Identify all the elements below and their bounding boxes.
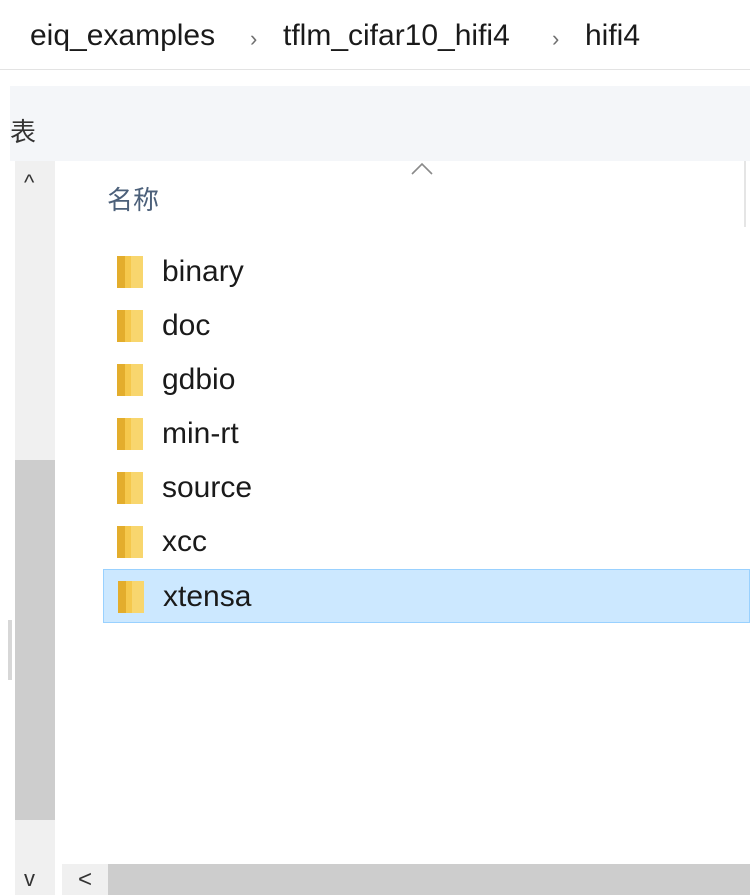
nav-gutter bbox=[0, 86, 10, 895]
folder-icon bbox=[117, 418, 143, 450]
breadcrumb-item-hifi4[interactable]: hifi4 bbox=[585, 19, 640, 53]
folder-icon bbox=[117, 472, 143, 504]
breadcrumb: eiq_examples › tflm_cifar10_hifi4 › hifi… bbox=[0, 0, 750, 70]
list-item-source[interactable]: source bbox=[103, 461, 750, 515]
file-name: gdbio bbox=[162, 363, 236, 396]
toolbar-gap bbox=[0, 70, 750, 86]
file-name: min-rt bbox=[162, 417, 239, 450]
list-item-gdbio[interactable]: gdbio bbox=[103, 353, 750, 407]
sort-up-icon[interactable] bbox=[410, 160, 434, 178]
list-item-doc[interactable]: doc bbox=[103, 299, 750, 353]
folder-icon bbox=[117, 364, 143, 396]
folder-icon bbox=[117, 526, 143, 558]
column-divider[interactable] bbox=[744, 161, 746, 227]
nav-pane-scroll-thumb[interactable] bbox=[15, 460, 55, 820]
breadcrumb-item-tflm-cifar10-hifi4[interactable]: tflm_cifar10_hifi4 bbox=[283, 19, 510, 53]
chevron-right-icon[interactable]: › bbox=[552, 26, 559, 52]
scroll-up-icon[interactable]: ^ bbox=[24, 170, 34, 196]
ribbon-partial-label[interactable]: 表 bbox=[10, 112, 36, 149]
scroll-down-icon[interactable]: v bbox=[24, 866, 35, 892]
column-header-name[interactable]: 名称 bbox=[107, 180, 159, 217]
file-name: source bbox=[162, 471, 253, 504]
splitter-handle[interactable] bbox=[8, 620, 12, 680]
file-name: xtensa bbox=[163, 580, 252, 613]
chevron-right-icon[interactable]: › bbox=[250, 26, 257, 52]
folder-icon bbox=[118, 581, 144, 613]
list-item-xcc[interactable]: xcc bbox=[103, 515, 750, 569]
breadcrumb-item-eiq-examples[interactable]: eiq_examples bbox=[30, 19, 215, 53]
file-name: doc bbox=[162, 309, 211, 342]
list-item-binary[interactable]: binary bbox=[103, 245, 750, 299]
scroll-left-icon[interactable]: < bbox=[78, 866, 92, 894]
folder-icon bbox=[117, 310, 143, 342]
file-name: binary bbox=[162, 255, 244, 288]
folder-icon bbox=[117, 256, 143, 288]
ribbon-strip bbox=[10, 86, 750, 161]
list-item-min-rt[interactable]: min-rt bbox=[103, 407, 750, 461]
horizontal-scroll-thumb[interactable] bbox=[108, 864, 750, 895]
list-item-xtensa[interactable]: xtensa bbox=[103, 569, 750, 623]
file-name: xcc bbox=[162, 525, 207, 558]
